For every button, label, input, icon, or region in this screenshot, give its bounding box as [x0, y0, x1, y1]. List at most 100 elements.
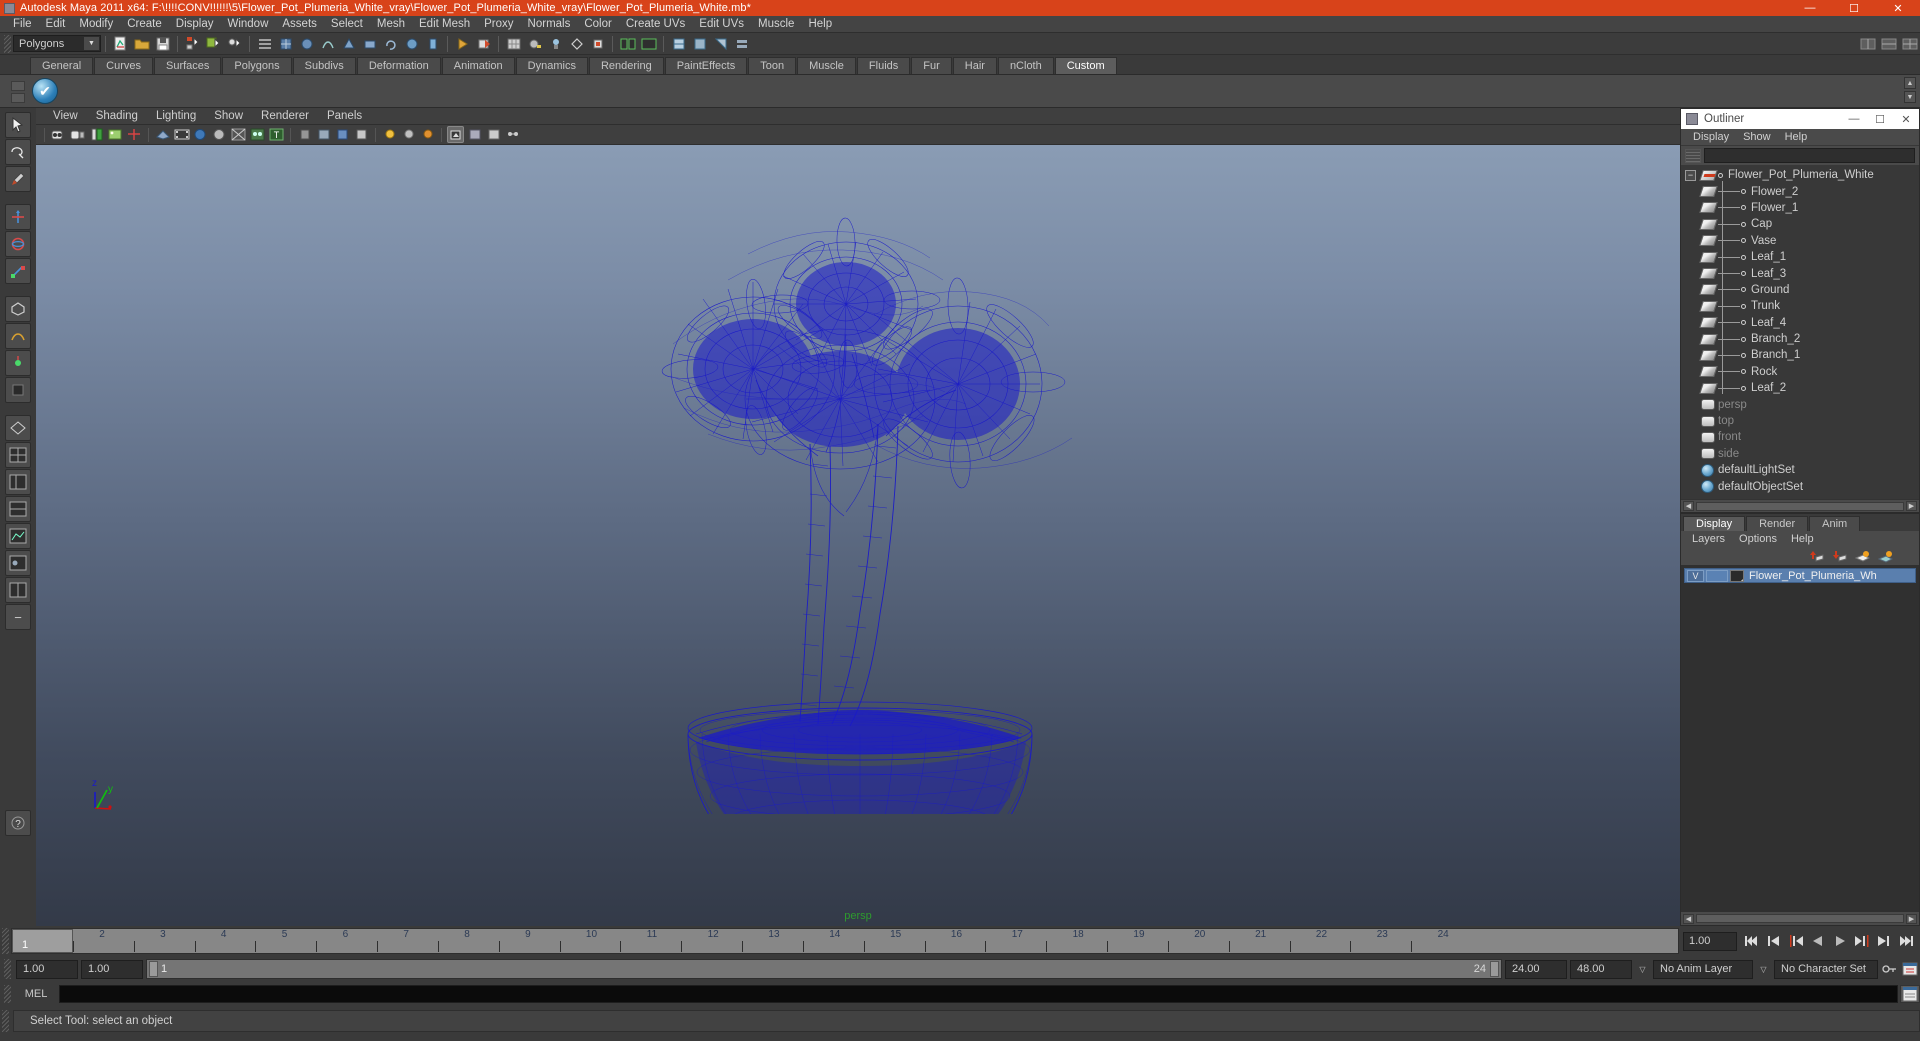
scale-tool-icon[interactable] — [5, 258, 31, 284]
shelf-tab-general[interactable]: General — [30, 57, 94, 74]
move-layer-up-icon[interactable] — [1809, 550, 1824, 563]
shelf-tab-toon[interactable]: Toon — [748, 57, 797, 74]
command-line-input[interactable] — [59, 984, 1898, 1003]
outliner-camera-side[interactable]: side — [1681, 446, 1919, 462]
viewport-menu-shading[interactable]: Shading — [87, 108, 147, 125]
outliner-maximize-button[interactable]: ☐ — [1867, 109, 1893, 129]
outliner-tree[interactable]: − Flower_Pot_Plumeria_White Flower_2 Flower… — [1681, 165, 1919, 499]
outliner-item-vase[interactable]: Vase — [1681, 233, 1919, 249]
snap-to-live-icon[interactable] — [360, 34, 379, 53]
outliner-item-leaf_2[interactable]: Leaf_2 — [1681, 380, 1919, 396]
menu-set-selector[interactable]: Polygons ▼ — [13, 35, 101, 52]
render-current-frame-icon[interactable] — [474, 34, 493, 53]
shading-icon[interactable] — [567, 34, 586, 53]
shelf-handle-bottom[interactable] — [11, 92, 25, 103]
menu-item-select[interactable]: Select — [324, 16, 370, 33]
shelf-scroll-controls[interactable]: ▲ ▼ — [1904, 77, 1916, 103]
help-line-grip[interactable] — [2, 1009, 9, 1032]
outliner-item-flower_1[interactable]: Flower_1 — [1681, 200, 1919, 216]
layer-row[interactable]: V Flower_Pot_Plumeria_Wh — [1684, 568, 1916, 583]
playback-start-time-field[interactable]: 1.00 — [81, 959, 143, 979]
character-set-dropdown-icon[interactable]: ▽ — [1756, 960, 1771, 979]
outliner-set-defaultObjectSet[interactable]: defaultObjectSet — [1681, 478, 1919, 494]
time-slider-grip[interactable] — [2, 928, 9, 954]
layer-list[interactable]: V Flower_Pot_Plumeria_Wh — [1681, 565, 1919, 912]
go-to-end-button[interactable] — [1895, 931, 1916, 951]
layer-scroll-left-icon[interactable]: ◀ — [1683, 913, 1694, 924]
light-bulb-yellow-icon[interactable] — [381, 126, 398, 143]
shelf-tab-surfaces[interactable]: Surfaces — [153, 57, 222, 74]
viewport-menu-lighting[interactable]: Lighting — [147, 108, 205, 125]
two-d-pan-zoom-icon[interactable] — [126, 126, 143, 143]
menu-item-window[interactable]: Window — [220, 16, 275, 33]
outliner-item-branch_2[interactable]: Branch_2 — [1681, 331, 1919, 347]
shelf-left-handles[interactable] — [6, 75, 30, 108]
hotbox-icon[interactable] — [525, 34, 544, 53]
viewport-menu-panels[interactable]: Panels — [318, 108, 371, 125]
isolate-select-box-icon[interactable] — [466, 126, 483, 143]
outliner-menu-help[interactable]: Help — [1778, 131, 1815, 143]
auto-keyframe-icon[interactable] — [1881, 961, 1898, 978]
shelf-tab-ncloth[interactable]: nCloth — [997, 57, 1054, 74]
range-handle-left[interactable] — [149, 961, 158, 977]
outliner-camera-top[interactable]: top — [1681, 413, 1919, 429]
step-forward-key-button[interactable] — [1873, 931, 1894, 951]
step-back-frame-button[interactable] — [1785, 931, 1806, 951]
range-handle-right[interactable] — [1490, 961, 1499, 977]
character-set-field[interactable]: No Character Set — [1774, 959, 1878, 979]
menu-item-file[interactable]: File — [6, 16, 39, 33]
texture-borders-icon[interactable]: T — [268, 126, 285, 143]
open-scene-icon[interactable] — [132, 34, 151, 53]
outliner-root-row[interactable]: − Flower_Pot_Plumeria_White — [1681, 167, 1919, 183]
outliner-camera-front[interactable]: front — [1681, 429, 1919, 445]
animation-end-time-field[interactable]: 48.00 — [1570, 959, 1632, 979]
film-gate-icon[interactable] — [173, 126, 190, 143]
layer-name[interactable]: Flower_Pot_Plumeria_Wh — [1749, 570, 1877, 582]
panel-layout-icon-3[interactable] — [1900, 34, 1919, 53]
outliner-item-branch_1[interactable]: Branch_1 — [1681, 347, 1919, 363]
command-line-grip[interactable] — [4, 984, 11, 1003]
go-to-start-button[interactable] — [1741, 931, 1762, 951]
panel-layout-icon-2[interactable] — [1879, 34, 1898, 53]
show-grid-icon[interactable] — [504, 34, 523, 53]
attribute-editor-toggle-icon[interactable] — [669, 34, 688, 53]
select-by-hierarchy-icon[interactable] — [183, 34, 202, 53]
outliner-expander[interactable]: − — [1685, 169, 1696, 181]
bookmark-icon[interactable] — [88, 126, 105, 143]
scroll-left-icon[interactable]: ◀ — [1683, 501, 1694, 511]
step-back-key-button[interactable] — [1763, 931, 1784, 951]
layer-editor-toggle-icon[interactable] — [732, 34, 751, 53]
select-by-component-icon[interactable] — [225, 34, 244, 53]
layer-menu-help[interactable]: Help — [1784, 533, 1821, 545]
channel-box-toggle-icon[interactable] — [711, 34, 730, 53]
menu-item-help[interactable]: Help — [801, 16, 839, 33]
use-all-lights-icon[interactable] — [249, 126, 266, 143]
play-forwards-button[interactable] — [1829, 931, 1850, 951]
select-by-object-icon[interactable] — [204, 34, 223, 53]
xray-joints-icon[interactable] — [315, 126, 332, 143]
layer-tab-display[interactable]: Display — [1683, 516, 1746, 531]
menu-item-edit[interactable]: Edit — [39, 16, 73, 33]
perspective-viewport[interactable]: z y persp — [36, 145, 1680, 926]
move-tool-icon[interactable] — [5, 204, 31, 230]
layout-hypergraph-icon[interactable] — [5, 496, 31, 522]
menu-item-mesh[interactable]: Mesh — [370, 16, 412, 33]
rotate-tool-icon[interactable] — [5, 231, 31, 257]
help-line-toggle-icon[interactable]: ? — [5, 810, 31, 836]
wireframe-on-shaded-icon[interactable] — [211, 126, 228, 143]
chevron-down-icon[interactable]: ▼ — [84, 37, 99, 50]
animation-start-time-field[interactable]: 1.00 — [16, 959, 78, 979]
paint-select-tool-icon[interactable] — [5, 166, 31, 192]
checkmark-shelf-icon[interactable]: ✔ — [32, 78, 58, 104]
outliner-menu-display[interactable]: Display — [1686, 131, 1736, 143]
toggle-editor-a-icon[interactable] — [618, 34, 637, 53]
shelf-tab-hair[interactable]: Hair — [952, 57, 997, 74]
layout-relationship-icon[interactable] — [5, 577, 31, 603]
outliner-search-input[interactable] — [1704, 148, 1915, 163]
layer-scroll-right-icon[interactable]: ▶ — [1906, 913, 1917, 924]
shelf-tab-fur[interactable]: Fur — [911, 57, 952, 74]
minimize-button[interactable]: — — [1788, 0, 1832, 16]
flower-pot-wireframe-model[interactable] — [578, 194, 1138, 815]
outliner-scroll-thumb[interactable] — [1696, 501, 1904, 511]
viewport-menu-view[interactable]: View — [44, 108, 87, 125]
